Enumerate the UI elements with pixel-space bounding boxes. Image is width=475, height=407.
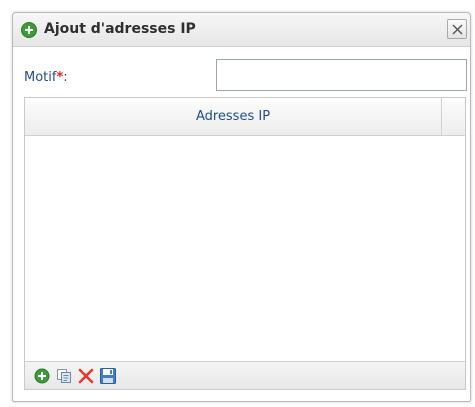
close-icon bbox=[452, 24, 463, 35]
add-circle-icon bbox=[21, 22, 37, 38]
column-header-label: Adresses IP bbox=[195, 109, 271, 124]
ip-address-grid: Adresses IP bbox=[24, 97, 466, 390]
motif-row: Motif*: bbox=[24, 59, 470, 93]
close-button[interactable] bbox=[447, 19, 467, 39]
motif-input[interactable] bbox=[216, 59, 467, 91]
motif-label: Motif*: bbox=[24, 70, 68, 85]
add-ip-dialog: Ajout d'adresses IP Motif*: Adresses IP bbox=[12, 12, 471, 402]
save-button[interactable] bbox=[99, 367, 117, 385]
grid-body[interactable] bbox=[25, 136, 465, 362]
dialog-title: Ajout d'adresses IP bbox=[44, 21, 196, 37]
grid-toolbar bbox=[25, 361, 465, 389]
copy-icon bbox=[57, 369, 71, 383]
motif-label-text: Motif bbox=[24, 70, 57, 85]
add-icon bbox=[34, 368, 50, 384]
add-button[interactable] bbox=[33, 367, 51, 385]
delete-button[interactable] bbox=[77, 367, 95, 385]
grid-header: Adresses IP bbox=[25, 98, 465, 136]
dialog-titlebar: Ajout d'adresses IP bbox=[13, 13, 470, 47]
delete-icon bbox=[78, 368, 94, 384]
copy-button[interactable] bbox=[55, 367, 73, 385]
column-header-ip-addresses[interactable]: Adresses IP bbox=[25, 98, 442, 135]
label-suffix: : bbox=[63, 70, 68, 85]
save-icon bbox=[100, 368, 116, 384]
